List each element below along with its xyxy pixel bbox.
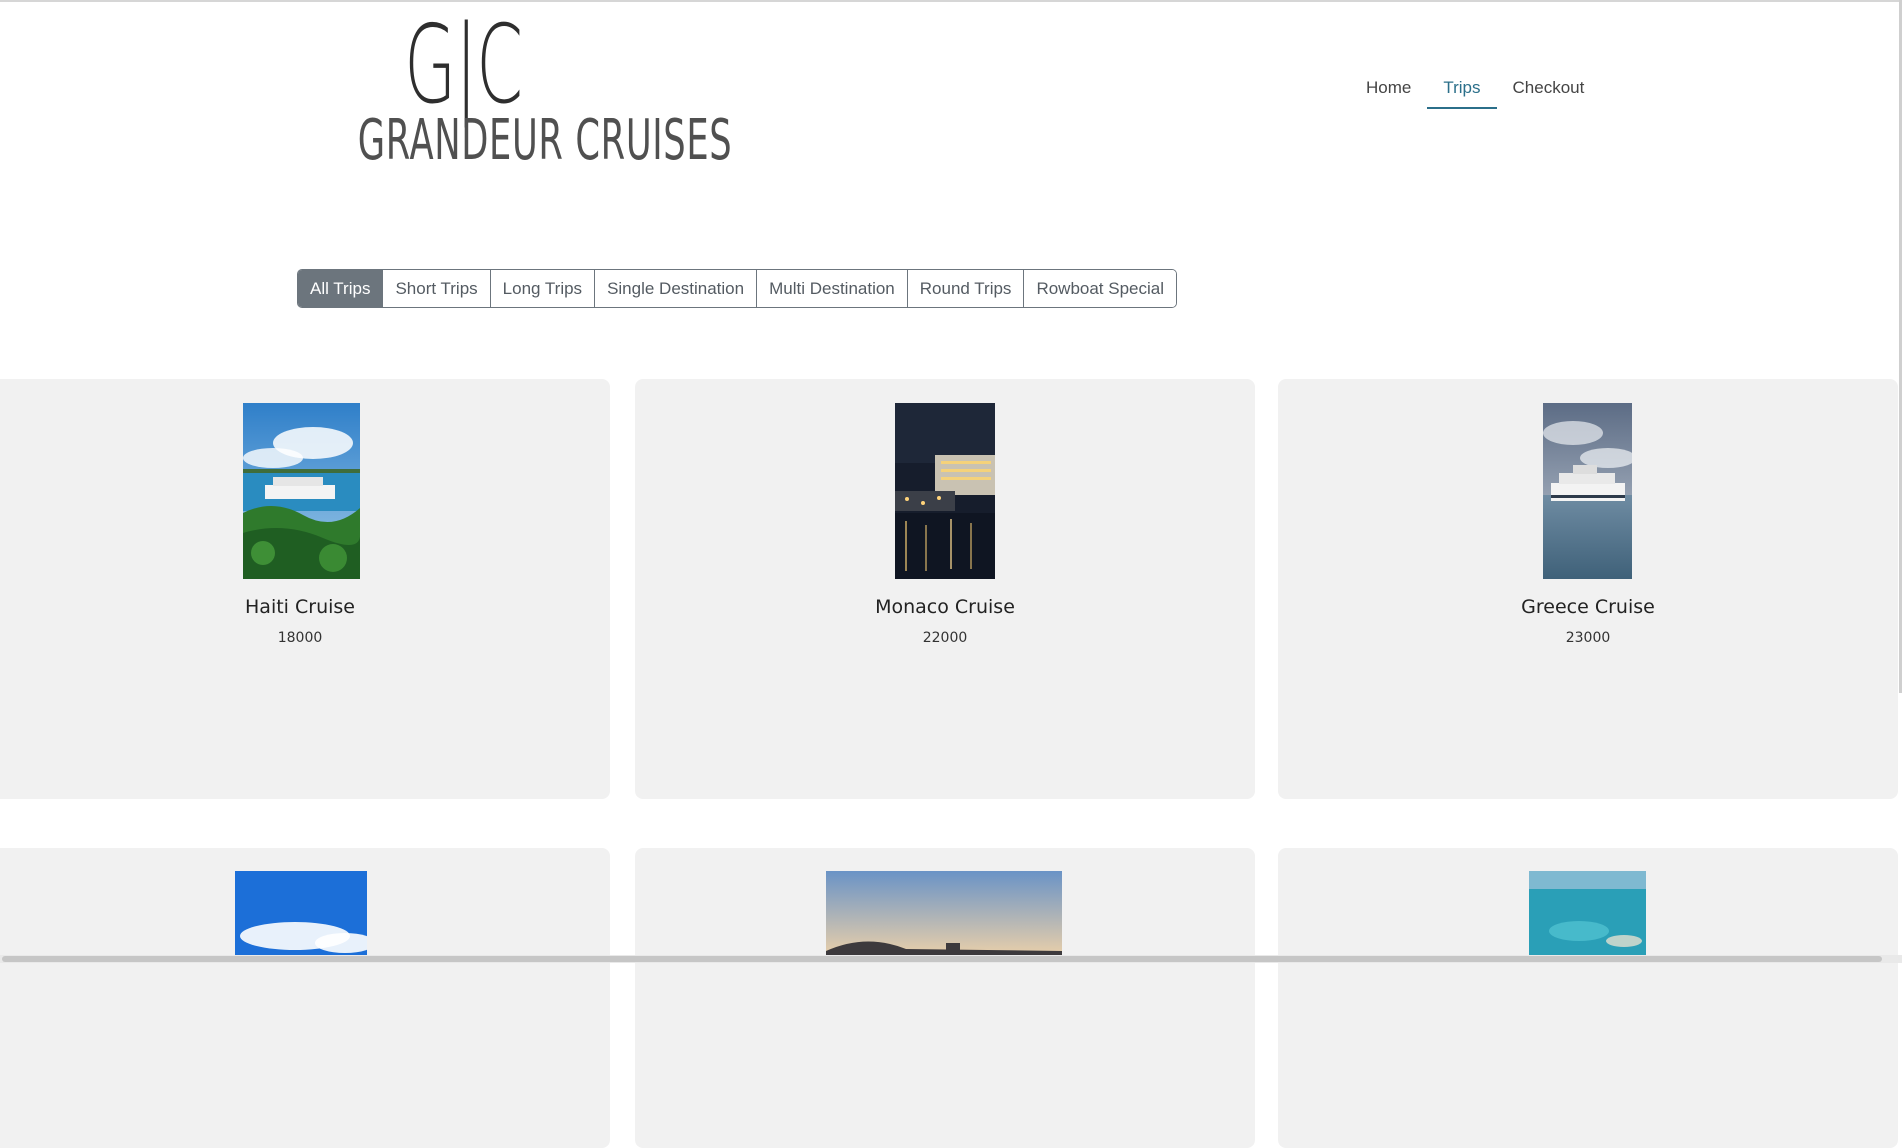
trip-card[interactable] (1278, 848, 1898, 1148)
horizontal-scrollbar[interactable] (0, 955, 1902, 963)
filter-long-trips[interactable]: Long Trips (490, 270, 596, 307)
nav-trips[interactable]: Trips (1427, 68, 1497, 109)
logo-text: GRANDEUR CRUISES (357, 108, 733, 173)
filter-multi-destination[interactable]: Multi Destination (757, 270, 908, 307)
trip-card-greece[interactable]: Greece Cruise 23000 (1278, 379, 1898, 799)
trip-title: Haiti Cruise (245, 596, 355, 618)
blue-sky-clouds-icon (235, 871, 367, 961)
nav-checkout[interactable]: Checkout (1497, 68, 1601, 109)
trip-price: 18000 (277, 630, 323, 646)
filter-rowboat-special[interactable]: Rowboat Special (1024, 270, 1177, 307)
nav-home[interactable]: Home (1350, 68, 1427, 109)
trip-filter-group: All Trips Short Trips Long Trips Single … (297, 269, 1178, 308)
filter-single-destination[interactable]: Single Destination (595, 270, 758, 307)
filter-round-trips[interactable]: Round Trips (907, 270, 1025, 307)
trip-card[interactable] (635, 848, 1255, 1148)
trip-card[interactable] (0, 848, 610, 1148)
trip-title: Greece Cruise (1521, 596, 1655, 618)
scrollbar-thumb[interactable] (2, 956, 1882, 962)
turquoise-water-aerial-icon (1529, 871, 1646, 961)
main-nav: Home Trips Checkout (1350, 68, 1600, 109)
cruise-ship-cloudy-sea-icon (1543, 403, 1632, 579)
trip-title: Monaco Cruise (875, 596, 1015, 618)
sunset-harbor-icon (826, 871, 1062, 961)
trip-price: 23000 (1565, 630, 1611, 646)
logo-mark: G|C (404, 3, 523, 128)
cruise-ship-night-lights-icon (895, 403, 995, 579)
trip-card-monaco[interactable]: Monaco Cruise 22000 (635, 379, 1255, 799)
brand-logo[interactable]: G|C GRANDEUR CRUISES (296, 3, 733, 173)
filter-short-trips[interactable]: Short Trips (383, 270, 491, 307)
top-border (0, 0, 1902, 2)
filter-all-trips[interactable]: All Trips (298, 270, 384, 307)
trip-card-haiti[interactable]: Haiti Cruise 18000 (0, 379, 610, 799)
cruise-ship-green-hillside-icon (243, 403, 360, 579)
trip-price: 22000 (922, 630, 968, 646)
